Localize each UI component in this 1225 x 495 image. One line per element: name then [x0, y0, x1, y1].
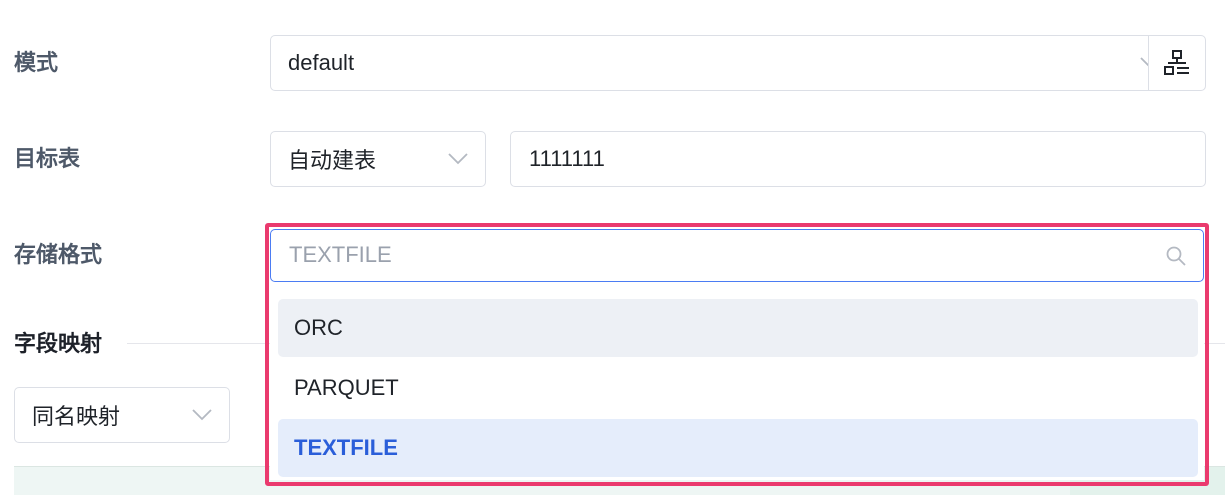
chevron-down-icon [192, 409, 212, 421]
mapping-strategy-select[interactable]: 同名映射 [14, 387, 230, 443]
mode-config-button[interactable] [1148, 35, 1206, 91]
mode-label: 模式 [14, 50, 59, 75]
storage-format-label: 存储格式 [14, 242, 103, 267]
mapping-strategy-value: 同名映射 [32, 404, 121, 429]
hierarchy-icon [1164, 50, 1189, 75]
mode-select[interactable]: default [270, 35, 1178, 91]
target-table-label: 目标表 [14, 146, 81, 171]
chevron-down-icon [448, 153, 468, 165]
target-table-name-input[interactable]: 1111111 [510, 131, 1206, 187]
target-table-mode-select[interactable]: 自动建表 [270, 131, 486, 187]
highlight-box [265, 223, 1209, 486]
mode-select-value: default [288, 50, 355, 75]
field-mapping-title: 字段映射 [14, 331, 103, 356]
target-table-mode-value: 自动建表 [288, 148, 377, 173]
